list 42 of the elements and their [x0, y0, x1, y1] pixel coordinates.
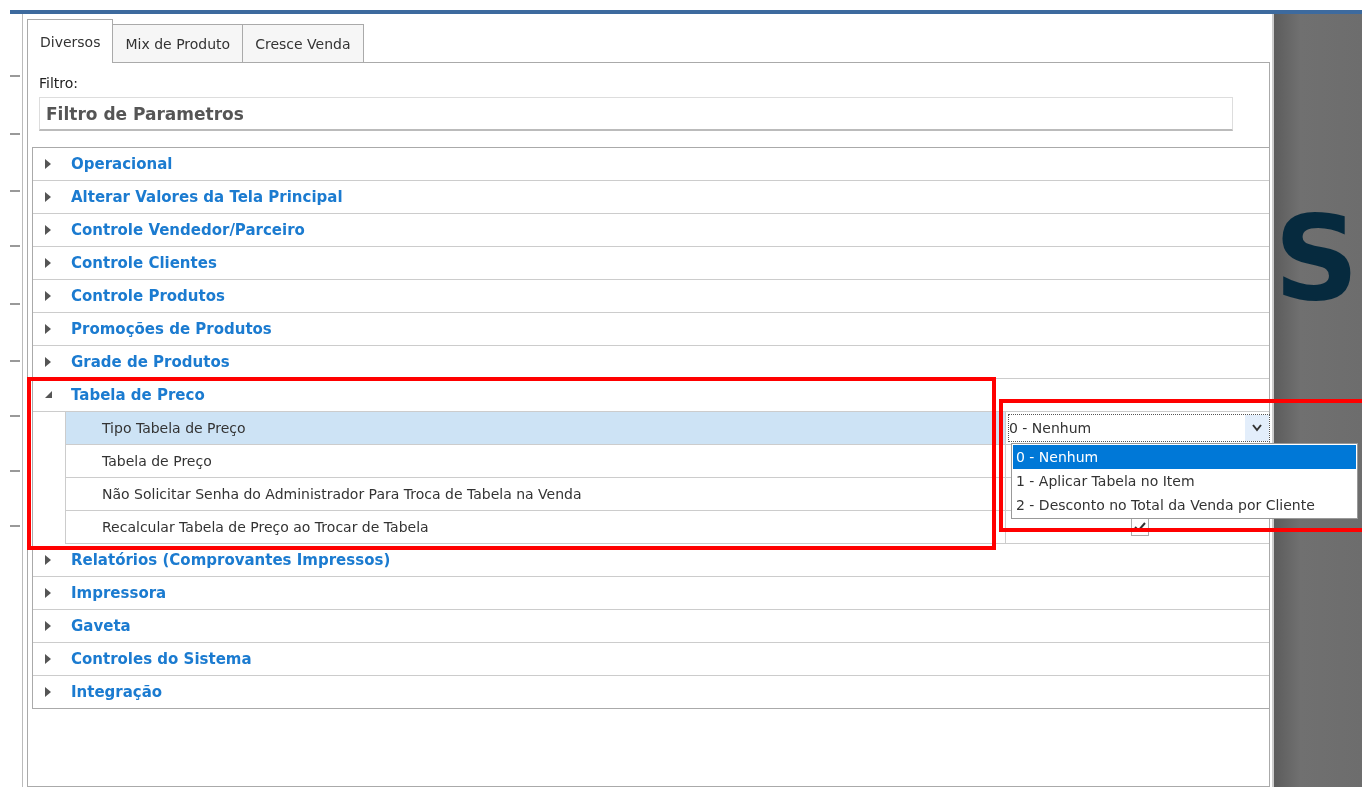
group-label[interactable]: Controle Produtos: [71, 287, 225, 305]
group-label[interactable]: Alterar Valores da Tela Principal: [71, 188, 343, 206]
expand-arrow-icon[interactable]: [45, 588, 53, 598]
tab[interactable]: Cresce Venda: [242, 24, 364, 62]
logo-text: S: [1274, 199, 1359, 317]
expand-arrow-icon[interactable]: [45, 621, 53, 631]
property-name[interactable]: Não Solicitar Senha do Administrador Para Troca de Tabela na Venda: [66, 478, 1006, 510]
dropdown-option[interactable]: 1 - Aplicar Tabela no Item: [1013, 469, 1356, 493]
group-label[interactable]: Promoções de Produtos: [71, 320, 272, 338]
group-label[interactable]: Grade de Produtos: [71, 353, 230, 371]
expand-arrow-icon[interactable]: [45, 357, 53, 367]
group-label[interactable]: Controle Clientes: [71, 254, 217, 272]
group-label[interactable]: Gaveta: [71, 617, 131, 635]
expand-arrow-icon[interactable]: [45, 555, 53, 565]
expand-arrow-icon[interactable]: [45, 291, 53, 301]
tab[interactable]: Mix de Produto: [112, 24, 244, 62]
chevron-down-icon: [1252, 424, 1262, 432]
group-label[interactable]: Controle Vendedor/Parceiro: [71, 221, 305, 239]
dropdown-option[interactable]: 0 - Nenhum: [1013, 445, 1356, 469]
collapse-arrow-icon[interactable]: [45, 390, 53, 400]
property-name[interactable]: Recalcular Tabela de Preço ao Trocar de Tabela: [66, 511, 1006, 543]
expand-arrow-icon[interactable]: [45, 225, 53, 235]
dropdown-button[interactable]: [1245, 415, 1269, 441]
expand-arrow-icon[interactable]: [45, 192, 53, 202]
tab[interactable]: Diversos: [27, 19, 114, 63]
group-label[interactable]: Operacional: [71, 155, 173, 173]
filter-label: Filtro:: [39, 75, 80, 91]
expand-arrow-icon[interactable]: [45, 687, 53, 697]
group-label[interactable]: Controles do Sistema: [71, 650, 252, 668]
dropdown-option[interactable]: 2 - Desconto no Total da Venda por Cliente: [1013, 493, 1356, 517]
group-label[interactable]: Integração: [71, 683, 163, 701]
expand-arrow-icon[interactable]: [45, 258, 53, 268]
group-label[interactable]: Relatórios (Comprovantes Impressos): [71, 551, 391, 569]
property-name[interactable]: Tabela de Preço: [66, 445, 1006, 477]
group-label[interactable]: Tabela de Preco: [71, 386, 205, 404]
group-label[interactable]: Impressora: [71, 584, 167, 602]
expand-arrow-icon[interactable]: [45, 159, 53, 169]
property-name[interactable]: Tipo Tabela de Preço: [66, 412, 1006, 444]
expand-arrow-icon[interactable]: [45, 324, 53, 334]
dropdown-value: 0 - Nenhum: [1009, 420, 1093, 436]
expand-arrow-icon[interactable]: [45, 654, 53, 664]
filter-field[interactable]: Filtro de Parametros: [39, 97, 1233, 131]
